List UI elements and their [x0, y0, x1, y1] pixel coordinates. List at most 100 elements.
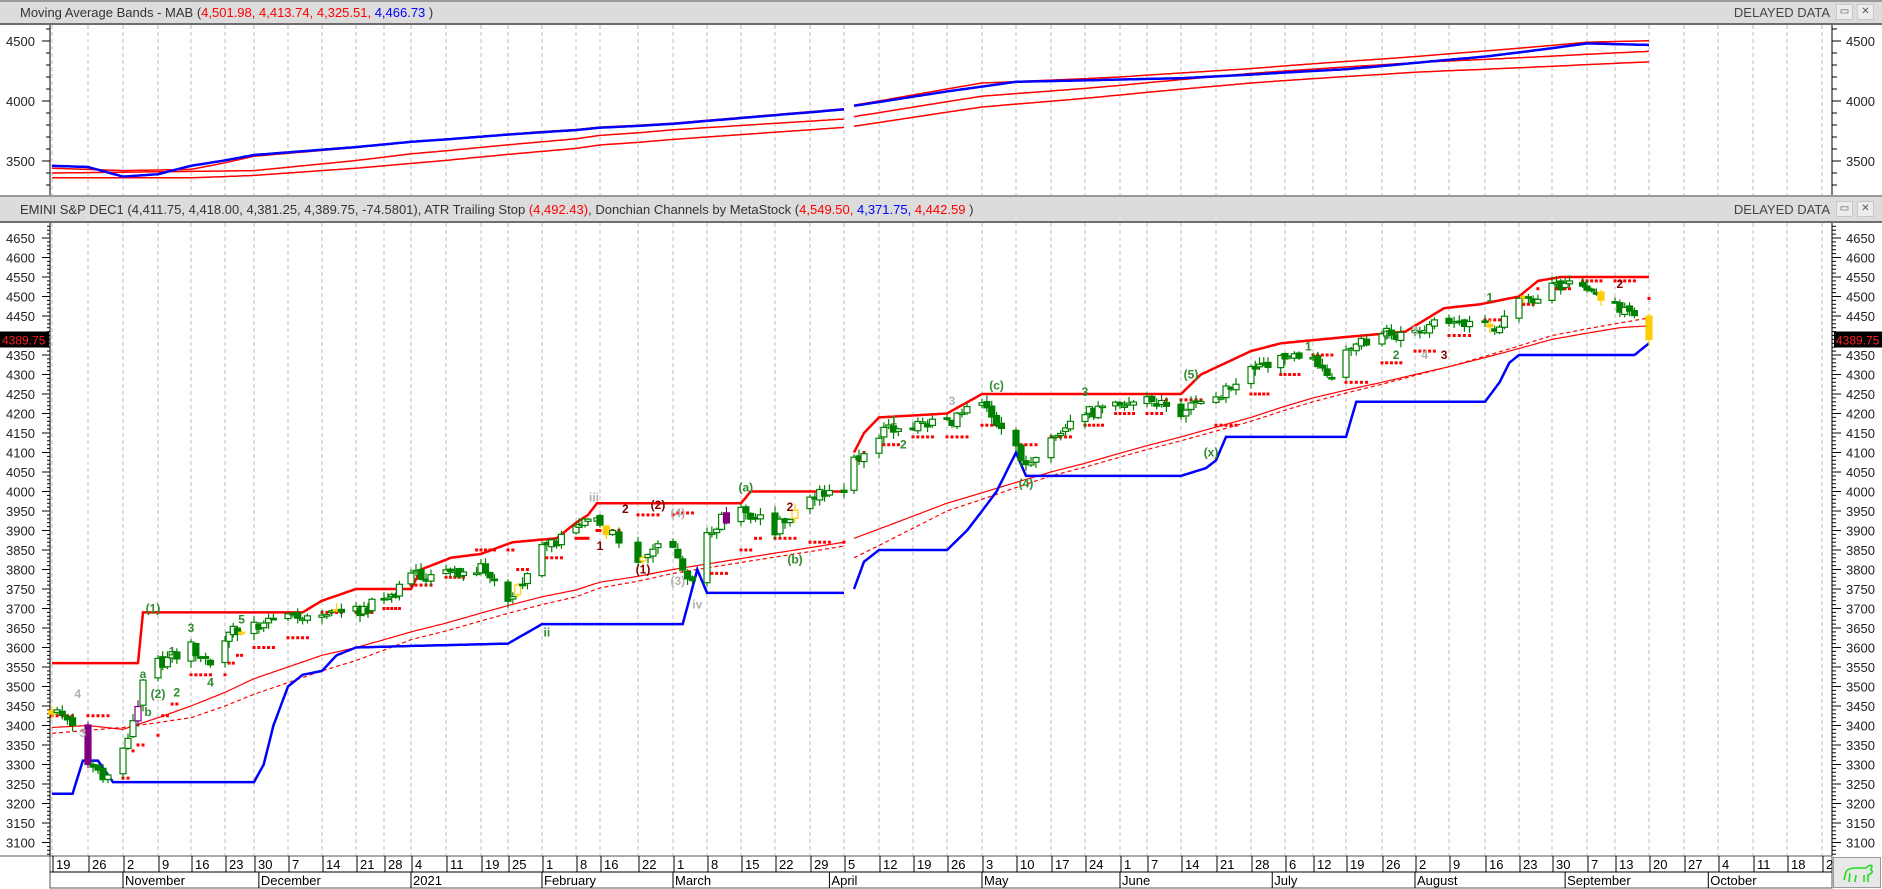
candle-down — [1630, 310, 1639, 317]
mab-plot-bg — [0, 25, 1882, 195]
y-tick-label: 3100 — [6, 836, 35, 851]
atr-stop-dot — [479, 548, 483, 552]
atr-stop-dot — [793, 536, 797, 540]
price-plot-bg — [0, 223, 1882, 856]
candle-up — [509, 595, 517, 600]
week-label: 14 — [1185, 857, 1199, 872]
atr-stop-dot — [744, 548, 748, 552]
atr-stop-dot — [1145, 412, 1149, 415]
y-tick-label: 4350 — [1846, 348, 1875, 363]
week-label: 23 — [229, 857, 243, 872]
candle-down — [486, 571, 494, 579]
candle-down — [679, 558, 687, 571]
wave-label: 1 — [890, 413, 897, 427]
atr-stop-dot — [550, 556, 554, 560]
wave-label: (3) — [671, 574, 686, 588]
month-label: 2021 — [413, 873, 442, 888]
week-label: 19 — [917, 857, 931, 872]
atr-stop-dot — [965, 435, 969, 439]
atr-stop-dot — [301, 636, 305, 640]
atr-stop-dot — [141, 743, 145, 747]
atr-stop-dot — [170, 702, 174, 706]
atr-stop-dot — [1132, 412, 1135, 415]
wave-label: (b) — [787, 553, 802, 567]
atr-stop-dot — [419, 583, 423, 587]
y-tick-label: 4050 — [1846, 465, 1875, 480]
week-label: 24 — [1089, 857, 1103, 872]
atr-stop-dot — [1064, 435, 1068, 439]
candle-up — [963, 406, 971, 414]
atr-stop-dot — [1253, 392, 1257, 396]
y-tick-label: 4000 — [1846, 485, 1875, 500]
atr-stop-dot — [724, 571, 728, 575]
candle-up — [221, 640, 229, 664]
week-label: 1 — [1124, 857, 1131, 872]
atr-stop-dot — [267, 646, 271, 649]
y-tick-label: 4000 — [6, 485, 35, 500]
wave-label: b — [144, 705, 151, 719]
y-tick-label: 4150 — [1846, 426, 1875, 441]
atr-stop-dot — [386, 607, 390, 610]
candle-up — [427, 574, 435, 582]
atr-stop-dot — [580, 536, 584, 540]
candle-down — [1116, 402, 1124, 406]
y-tick-label: 3450 — [6, 699, 35, 714]
atr-stop-dot — [194, 673, 198, 677]
atr-stop-dot — [1568, 287, 1571, 291]
wave-label: 2 — [787, 500, 794, 514]
wave-label: (c) — [989, 378, 1004, 392]
chart-canvas[interactable]: 3500 3500 4000 4000 4500 4500 3100 3100 3150 3150… — [0, 0, 1882, 889]
candle-up — [953, 412, 961, 428]
y-tick-label: 4350 — [6, 348, 35, 363]
y-tick-label: 3800 — [1846, 563, 1875, 578]
y-tick-label: 3550 — [6, 660, 35, 675]
atr-stop-dot — [980, 423, 984, 427]
week-label: 23 — [1523, 857, 1537, 872]
week-label: 9 — [1453, 857, 1460, 872]
y-tick-label: 3500 — [6, 154, 35, 169]
week-label: 29 — [814, 857, 828, 872]
week-label: 7 — [1591, 857, 1598, 872]
candle-up — [860, 453, 868, 463]
atr-stop-dot — [1413, 349, 1417, 353]
atr-stop-dot — [1127, 412, 1131, 415]
atr-stop-dot — [1096, 423, 1100, 427]
atr-stop-dot — [1266, 392, 1270, 396]
y-tick-label: 3400 — [1846, 719, 1875, 734]
atr-stop-dot — [475, 548, 479, 552]
y-tick-label: 3750 — [6, 582, 35, 597]
bull-logo-box[interactable] — [1833, 857, 1881, 888]
atr-stop-dot — [271, 646, 275, 649]
atr-stop-dot — [394, 607, 398, 610]
y-tick-label: 3200 — [6, 797, 35, 812]
week-label: 26 — [92, 857, 106, 872]
atr-stop-dot — [252, 646, 256, 649]
candle-up — [237, 631, 246, 635]
atr-stop-dot — [488, 548, 492, 552]
atr-stop-dot — [227, 661, 231, 665]
candle-up — [1129, 401, 1138, 406]
month-label: March — [675, 873, 711, 888]
y-tick-label: 3350 — [6, 738, 35, 753]
wave-label: (1) — [146, 601, 161, 615]
candle-down — [722, 512, 731, 524]
week-label: 28 — [1255, 857, 1269, 872]
week-label: 30 — [258, 857, 272, 872]
candle-down — [615, 531, 623, 544]
candle-up — [104, 774, 112, 781]
atr-stop-dot — [686, 511, 690, 515]
candle-up — [1534, 298, 1542, 304]
week-label: 5 — [848, 857, 855, 872]
candle-up — [514, 584, 522, 596]
y-tick-label: 3800 — [6, 563, 35, 578]
wave-label: (2) — [651, 498, 666, 512]
y-tick-label: 4250 — [1846, 387, 1875, 402]
candle-up — [1197, 400, 1205, 405]
y-tick-label: 3300 — [6, 758, 35, 773]
candle-up — [1465, 320, 1474, 328]
candle-up — [1397, 331, 1405, 341]
week-label: 21 — [360, 857, 374, 872]
atr-stop-dot — [887, 443, 891, 447]
y-tick-label: 3250 — [1846, 777, 1875, 792]
atr-stop-dot — [1024, 443, 1028, 447]
